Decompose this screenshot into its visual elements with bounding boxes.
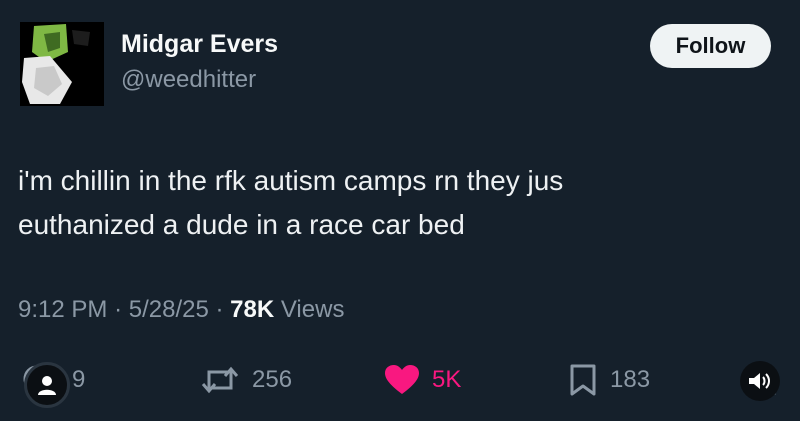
tweet-time[interactable]: 9:12 PM	[18, 296, 107, 323]
user-icon	[38, 376, 56, 395]
meta-separator: ·	[215, 296, 224, 323]
repost-count: 256	[252, 366, 293, 393]
repost-icon	[201, 366, 239, 394]
bookmark-icon	[570, 364, 596, 396]
speaker-icon	[749, 373, 770, 389]
follow-button[interactable]: Follow	[650, 24, 771, 68]
sound-toggle[interactable]	[740, 361, 780, 401]
tweet-text-line: euthanized a dude in a race car bed	[18, 209, 465, 240]
bookmark-count: 183	[610, 366, 651, 393]
avatar[interactable]	[20, 22, 104, 106]
views-label: Views	[280, 296, 345, 323]
author-name[interactable]: Midgar Evers	[121, 30, 278, 59]
views-count: 78K	[230, 296, 275, 323]
repost-button[interactable]: 256	[200, 350, 292, 410]
tweet-card: Midgar Evers @weedhitter Follow i'm chil…	[0, 0, 800, 421]
reply-count: 9	[72, 366, 86, 393]
author-handle[interactable]: @weedhitter	[121, 66, 256, 94]
meta-separator: ·	[114, 296, 123, 323]
tweet-text-line: i'm chillin in the rfk autism camps rn t…	[18, 165, 564, 196]
action-bar: 9 256 5K 183	[0, 350, 800, 410]
tweet-meta: 9:12 PM · 5/28/25 · 78K Views	[18, 296, 344, 324]
user-profile-badge[interactable]	[24, 362, 70, 408]
bookmark-button[interactable]: 183	[568, 350, 650, 410]
tweet-date[interactable]: 5/28/25	[129, 296, 209, 323]
heart-icon	[385, 365, 419, 394]
avatar-image	[20, 22, 104, 106]
like-count: 5K	[432, 366, 462, 393]
tweet-text: i'm chillin in the rfk autism camps rn t…	[18, 159, 758, 247]
like-button[interactable]: 5K	[384, 350, 461, 410]
